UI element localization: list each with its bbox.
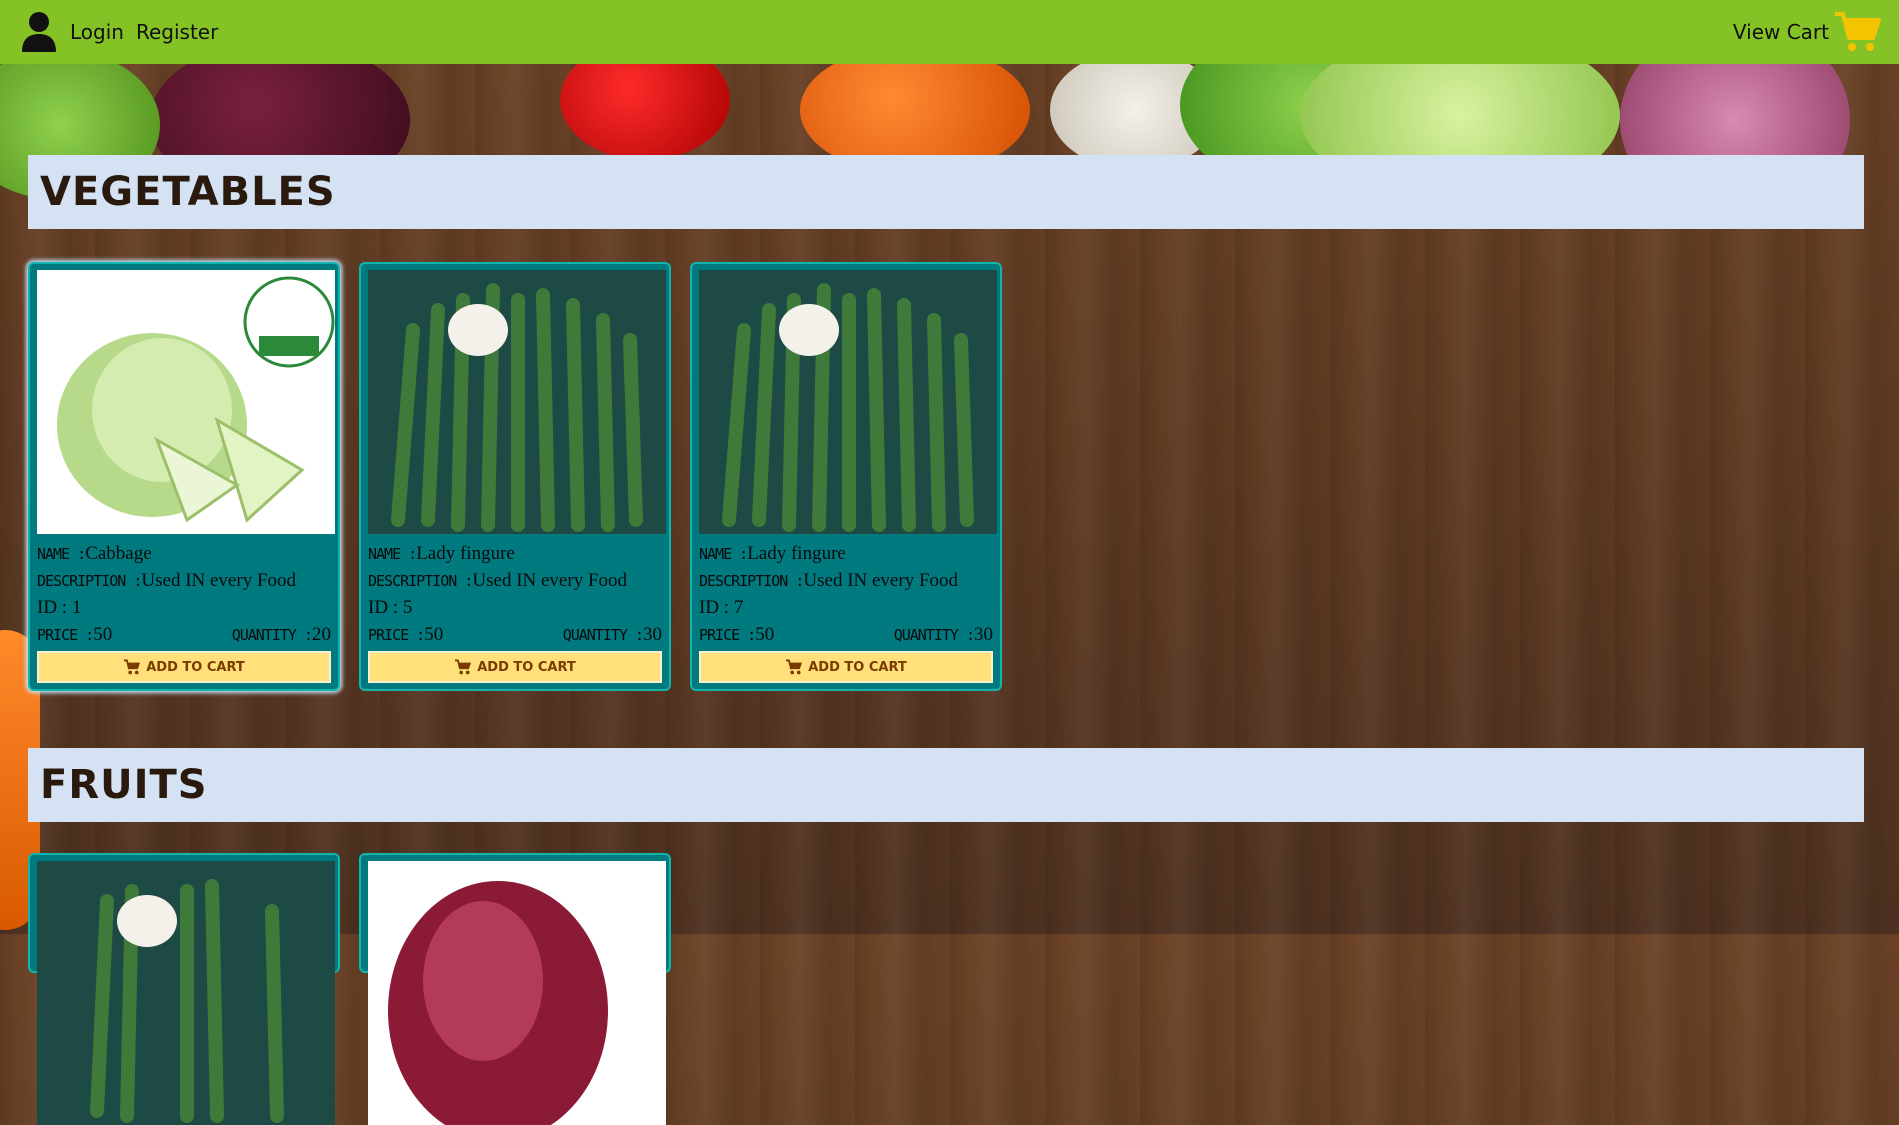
- quantity-label: QUANTITY :: [231, 625, 313, 644]
- login-link[interactable]: Login: [70, 20, 124, 44]
- name-label: NAME :: [699, 544, 748, 563]
- product-image-cabbage: [37, 270, 335, 534]
- add-to-cart-label: ADD TO CART: [808, 659, 907, 675]
- price-label: PRICE :: [699, 625, 756, 644]
- product-info: NAME : Cabbage DESCRIPTION : Used IN eve…: [37, 540, 331, 648]
- add-to-cart-label: ADD TO CART: [477, 659, 576, 675]
- product-card: [28, 853, 340, 1125]
- add-to-cart-button[interactable]: ADD TO CART: [699, 651, 993, 683]
- view-cart-link[interactable]: View Cart: [1733, 20, 1829, 44]
- add-to-cart-button[interactable]: ADD TO CART: [368, 651, 662, 683]
- product-name: Lady fingure: [416, 542, 515, 564]
- product-card: [359, 853, 671, 1125]
- quantity-label: QUANTITY :: [893, 625, 975, 644]
- quantity-label: QUANTITY :: [562, 625, 644, 644]
- cart-icon[interactable]: [1833, 10, 1881, 54]
- description-label: DESCRIPTION :: [699, 571, 804, 590]
- product-name: Cabbage: [85, 542, 152, 564]
- product-info: NAME : Lady fingure DESCRIPTION : Used I…: [699, 540, 993, 648]
- add-to-cart-label: ADD TO CART: [146, 659, 245, 675]
- name-label: NAME :: [37, 544, 86, 563]
- product-description: Used IN every Food: [472, 569, 628, 591]
- cart-icon: [786, 659, 803, 675]
- price-label: PRICE :: [37, 625, 94, 644]
- product-id: ID : 1: [37, 596, 82, 618]
- auth-links: Login Register: [20, 11, 218, 53]
- product-price: 50: [424, 623, 444, 645]
- section-header-fruits: FRUITS: [28, 748, 1864, 822]
- product-image-okra: [699, 270, 997, 534]
- product-image-okra: [37, 861, 335, 1125]
- product-id: ID : 7: [699, 596, 744, 618]
- top-navbar: Login Register View Cart: [0, 0, 1899, 64]
- cart-icon: [124, 659, 141, 675]
- product-image-okra: [368, 270, 666, 534]
- name-label: NAME :: [368, 544, 417, 563]
- product-card: NAME : Cabbage DESCRIPTION : Used IN eve…: [28, 262, 340, 691]
- description-label: DESCRIPTION :: [37, 571, 142, 590]
- register-link[interactable]: Register: [136, 20, 218, 44]
- product-quantity: 20: [312, 623, 331, 645]
- product-card: NAME : Lady fingure DESCRIPTION : Used I…: [359, 262, 671, 691]
- product-price: 50: [93, 623, 113, 645]
- product-price: 50: [755, 623, 775, 645]
- add-to-cart-button[interactable]: ADD TO CART: [37, 651, 331, 683]
- cart-icon: [455, 659, 472, 675]
- product-info: NAME : Lady fingure DESCRIPTION : Used I…: [368, 540, 662, 648]
- product-image-onion: [368, 861, 666, 1125]
- cart-area: View Cart: [1721, 10, 1881, 54]
- section-header-vegetables: VEGETABLES: [28, 155, 1864, 229]
- section-title: FRUITS: [40, 762, 208, 808]
- description-label: DESCRIPTION :: [368, 571, 473, 590]
- price-label: PRICE :: [368, 625, 425, 644]
- product-quantity: 30: [643, 623, 662, 645]
- section-title: VEGETABLES: [40, 169, 336, 215]
- product-description: Used IN every Food: [141, 569, 297, 591]
- product-quantity: 30: [974, 623, 993, 645]
- product-id: ID : 5: [368, 596, 413, 618]
- product-name: Lady fingure: [747, 542, 846, 564]
- user-icon[interactable]: [20, 11, 58, 53]
- product-description: Used IN every Food: [803, 569, 959, 591]
- product-card: NAME : Lady fingure DESCRIPTION : Used I…: [690, 262, 1002, 691]
